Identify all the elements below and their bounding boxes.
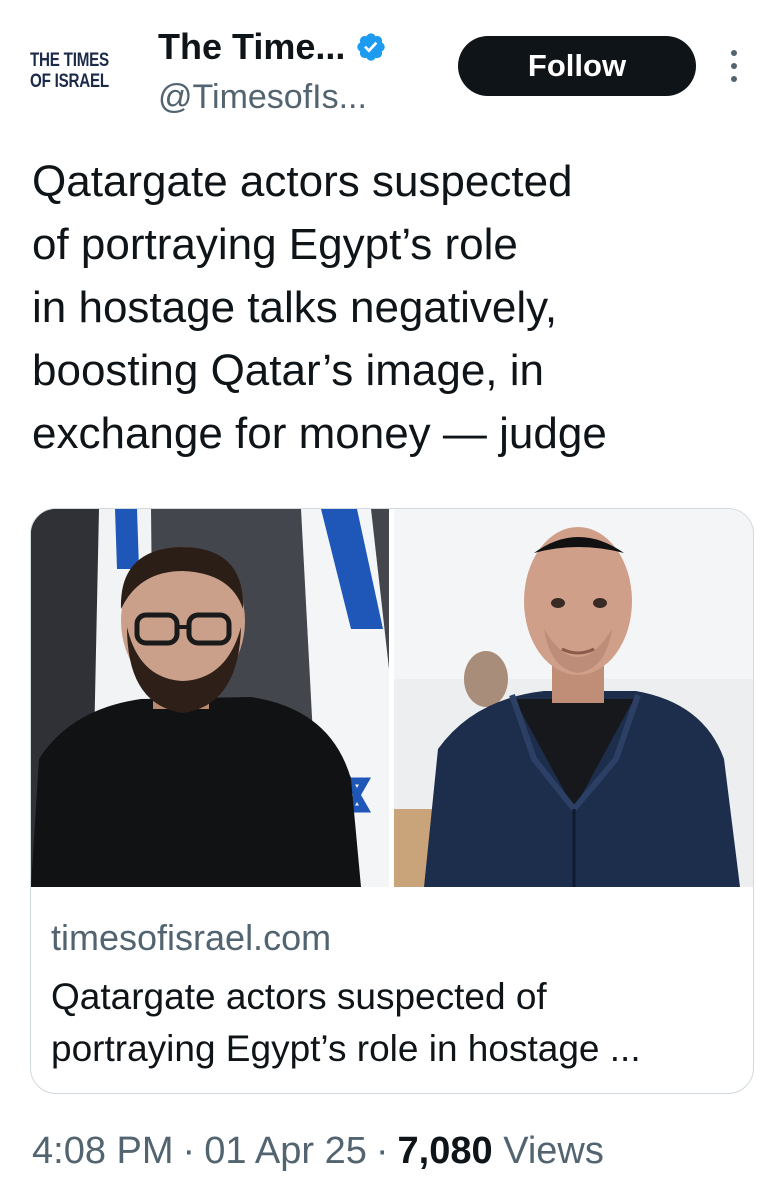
- more-options-icon[interactable]: [722, 44, 746, 88]
- verified-badge-icon: [357, 33, 386, 61]
- card-title[interactable]: Qatargate actors suspected of portraying…: [51, 971, 741, 1075]
- author-handle[interactable]: @TimesofIs...: [158, 78, 367, 117]
- tweet-text-line: of portraying Egypt’s role: [32, 220, 518, 269]
- more-dot: [731, 50, 737, 56]
- more-dot: [731, 63, 737, 69]
- more-dot: [731, 76, 737, 82]
- views-label: Views: [503, 1130, 604, 1172]
- card-title-line: portraying Egypt’s role in hostage ...: [51, 1028, 641, 1069]
- card-title-line: Qatargate actors suspected of: [51, 976, 547, 1017]
- link-preview-card[interactable]: timesofisrael.com Qatargate actors suspe…: [30, 508, 754, 1094]
- meta-separator: ·: [375, 1130, 389, 1172]
- views-count[interactable]: 7,080: [398, 1130, 493, 1172]
- photo-man-glasses: [31, 509, 389, 887]
- author-display-name[interactable]: The Time...: [158, 26, 345, 68]
- publisher-logo[interactable]: THE TIMES OF ISRAEL: [30, 50, 110, 92]
- logo-line-2: OF ISRAEL: [30, 71, 109, 92]
- tweet-text-line: boosting Qatar’s image, in: [32, 346, 544, 395]
- card-domain[interactable]: timesofisrael.com: [51, 917, 331, 959]
- meta-separator: ·: [182, 1130, 196, 1172]
- tweet-meta: 4:08 PM · 01 Apr 25 · 7,080 Views: [32, 1130, 604, 1173]
- tweet-text-line: exchange for money — judge: [32, 409, 607, 458]
- follow-button[interactable]: Follow: [458, 36, 696, 96]
- author-name-row[interactable]: The Time...: [158, 26, 387, 68]
- tweet-text-line: in hostage talks negatively,: [32, 283, 558, 332]
- logo-line-1: THE TIMES: [30, 50, 109, 71]
- photo-man-kippah: [394, 509, 753, 887]
- tweet-time[interactable]: 4:08 PM: [32, 1130, 174, 1172]
- tweet: THE TIMES OF ISRAEL The Time... @Timesof…: [0, 0, 784, 1200]
- tweet-date[interactable]: 01 Apr 25: [204, 1130, 367, 1172]
- tweet-text-line: Qatargate actors suspected: [32, 157, 573, 206]
- tweet-text: Qatargate actors suspected of portraying…: [32, 150, 732, 465]
- card-image[interactable]: [31, 509, 753, 887]
